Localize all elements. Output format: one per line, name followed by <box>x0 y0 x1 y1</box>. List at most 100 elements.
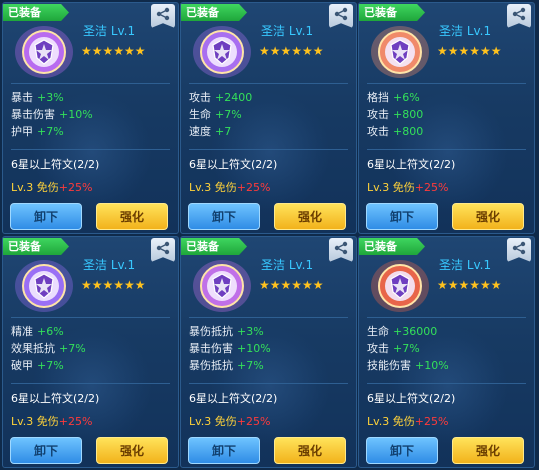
divider <box>367 83 526 84</box>
stat-name: 技能伤害 <box>367 359 411 372</box>
set-bonus-label: 6星以上符文(2/2) <box>367 392 456 405</box>
equipped-badge: 已装备 <box>359 4 425 21</box>
upgrade-button[interactable]: 强化 <box>452 437 524 464</box>
stat-name: 精准 <box>11 325 33 338</box>
star-rating: ★★★★★★ <box>259 44 324 58</box>
rune-card: 已装备 <box>358 236 535 468</box>
divider <box>11 83 170 84</box>
set-bonus-label: 6星以上符文(2/2) <box>367 158 456 171</box>
rune-title: 圣洁 Lv.1 <box>261 258 314 272</box>
stat-name: 攻击 <box>367 125 389 138</box>
unequip-button[interactable]: 卸下 <box>10 437 82 464</box>
stat-row: 暴击 +3% <box>11 89 176 106</box>
upgrade-button[interactable]: 强化 <box>96 203 168 230</box>
level-bonus-label: Lv.3 免伤+25% <box>11 415 93 428</box>
star-rating: ★★★★★★ <box>81 44 146 58</box>
equipped-badge: 已装备 <box>3 4 69 21</box>
share-icon <box>156 7 170 21</box>
stat-row: 暴伤抵抗 +3% <box>189 323 354 340</box>
stat-list: 攻击 +2400 生命 +7% 速度 +7 <box>189 89 354 140</box>
rune-card: 已装备 <box>180 2 357 234</box>
stat-name: 暴击伤害 <box>189 342 233 355</box>
level-bonus-value: +25% <box>414 415 449 428</box>
rune-emblem-icon <box>13 257 75 315</box>
level-bonus-label: Lv.3 免伤+25% <box>367 181 449 194</box>
stat-name: 效果抵抗 <box>11 342 55 355</box>
stat-row: 精准 +6% <box>11 323 176 340</box>
stat-value: +10% <box>237 342 271 355</box>
share-button[interactable] <box>151 238 175 262</box>
stat-value: +800 <box>393 125 424 138</box>
share-icon <box>334 241 348 255</box>
stat-value: +3% <box>237 325 264 338</box>
equipped-badge: 已装备 <box>359 238 425 255</box>
stat-value: +7 <box>215 125 232 138</box>
upgrade-button[interactable]: 强化 <box>274 437 346 464</box>
rune-emblem-icon <box>369 257 431 315</box>
stat-value: +7% <box>215 108 242 121</box>
stat-name: 生命 <box>367 325 389 338</box>
divider <box>367 317 526 318</box>
stat-value: +7% <box>237 359 264 372</box>
stat-name: 护甲 <box>11 125 33 138</box>
stat-row: 攻击 +2400 <box>189 89 354 106</box>
stat-row: 暴伤抵抗 +7% <box>189 357 354 374</box>
share-button[interactable] <box>507 238 531 262</box>
set-bonus-label: 6星以上符文(2/2) <box>189 158 278 171</box>
upgrade-button[interactable]: 强化 <box>274 203 346 230</box>
unequip-button[interactable]: 卸下 <box>188 437 260 464</box>
upgrade-button[interactable]: 强化 <box>452 203 524 230</box>
divider <box>189 149 348 150</box>
rune-card: 已装备 <box>2 2 179 234</box>
equipped-badge: 已装备 <box>181 238 247 255</box>
unequip-button[interactable]: 卸下 <box>188 203 260 230</box>
divider <box>11 317 170 318</box>
share-button[interactable] <box>329 238 353 262</box>
stat-row: 攻击 +800 <box>367 106 532 123</box>
share-icon <box>512 241 526 255</box>
stat-name: 生命 <box>189 108 211 121</box>
rune-card: 已装备 <box>2 236 179 468</box>
equipped-badge: 已装备 <box>181 4 247 21</box>
share-icon <box>156 241 170 255</box>
rune-card: 已装备 <box>180 236 357 468</box>
upgrade-button[interactable]: 强化 <box>96 437 168 464</box>
stat-name: 破甲 <box>11 359 33 372</box>
stat-name: 攻击 <box>367 342 389 355</box>
stat-name: 暴伤抵抗 <box>189 325 233 338</box>
unequip-button[interactable]: 卸下 <box>10 203 82 230</box>
stat-name: 暴击 <box>11 91 33 104</box>
divider <box>367 383 526 384</box>
divider <box>11 383 170 384</box>
level-bonus-value: +25% <box>236 181 271 194</box>
stat-name: 速度 <box>189 125 211 138</box>
stat-value: +10% <box>59 108 93 121</box>
stat-name: 暴击伤害 <box>11 108 55 121</box>
set-bonus-label: 6星以上符文(2/2) <box>189 392 278 405</box>
level-bonus-value: +25% <box>58 415 93 428</box>
stat-value: +10% <box>415 359 449 372</box>
stat-name: 攻击 <box>189 91 211 104</box>
divider <box>189 383 348 384</box>
rune-title: 圣洁 Lv.1 <box>439 24 492 38</box>
share-button[interactable] <box>329 4 353 28</box>
equipped-badge: 已装备 <box>3 238 69 255</box>
stat-row: 攻击 +7% <box>367 340 532 357</box>
unequip-button[interactable]: 卸下 <box>366 203 438 230</box>
share-button[interactable] <box>507 4 531 28</box>
unequip-button[interactable]: 卸下 <box>366 437 438 464</box>
stat-list: 格挡 +6% 攻击 +800 攻击 +800 <box>367 89 532 140</box>
share-button[interactable] <box>151 4 175 28</box>
rune-emblem-icon <box>191 23 253 81</box>
level-bonus-label: Lv.3 免伤+25% <box>189 415 271 428</box>
stat-value: +6% <box>393 91 420 104</box>
stat-value: +7% <box>393 342 420 355</box>
stat-row: 暴击伤害 +10% <box>11 106 176 123</box>
stat-list: 暴击 +3% 暴击伤害 +10% 护甲 +7% <box>11 89 176 140</box>
stat-value: +3% <box>37 91 64 104</box>
rune-title: 圣洁 Lv.1 <box>261 24 314 38</box>
rune-emblem-icon <box>369 23 431 81</box>
rune-title: 圣洁 Lv.1 <box>83 258 136 272</box>
stat-row: 效果抵抗 +7% <box>11 340 176 357</box>
stat-row: 格挡 +6% <box>367 89 532 106</box>
